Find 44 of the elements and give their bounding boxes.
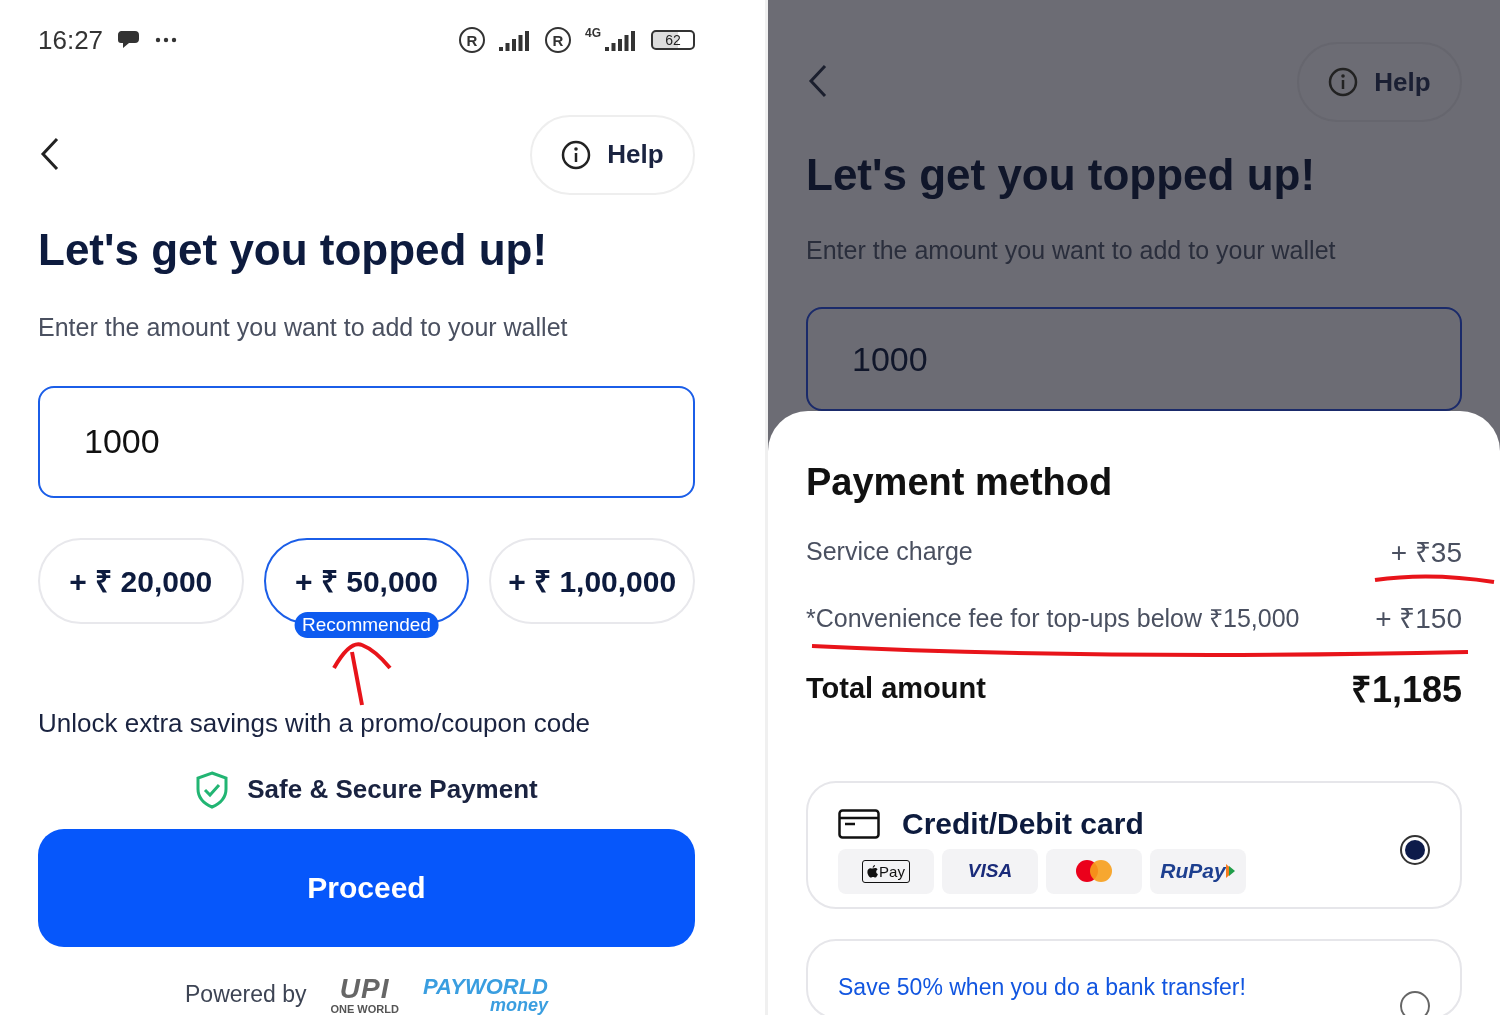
help-button[interactable]: Help (530, 114, 695, 195)
signal-icon (499, 29, 531, 52)
charge-value: + ₹35 (1390, 536, 1462, 570)
upi-logo: UPI ONE WORLD (330, 975, 399, 1015)
page-subtitle: Enter the amount you want to add to your wallet (38, 312, 569, 342)
charge-value: + ₹150 (1375, 602, 1462, 636)
rupay-logo: RuPay (1160, 859, 1236, 883)
recommended-badge: Recommended (294, 611, 439, 638)
signal-icon (605, 29, 637, 52)
payment-option[interactable]: Save 50% when you do a bank transfer! (806, 939, 1462, 1015)
sheet-title: Payment method (806, 461, 1114, 504)
secure-payment-label: Safe & Secure Payment (247, 774, 538, 806)
radio-button[interactable] (1400, 991, 1430, 1015)
roaming-indicator: R (459, 27, 485, 54)
clock-time: 16:27 (38, 24, 104, 56)
offer-title: Save 50% when you do a bank transfer! (838, 973, 1247, 1001)
page-title: Let's get you topped up! (38, 224, 549, 275)
radio-button[interactable] (1400, 835, 1430, 865)
amount-field[interactable]: 1000 (38, 385, 695, 498)
payment-option[interactable]: Credit/Debit card Pay VISA RuPay (806, 781, 1462, 909)
visa-logo: VISA (967, 860, 1013, 882)
more-icon (155, 37, 178, 44)
battery-indicator: 62 (651, 30, 695, 51)
page-subtitle: Enter the amount you want to add to your wallet (806, 236, 1337, 265)
info-icon (561, 139, 592, 170)
amount-chip[interactable]: + ₹ 20,000 (38, 537, 244, 624)
shield-check-icon (195, 770, 230, 809)
powered-by-label: Powered by (185, 981, 307, 1009)
charge-label: Service charge (806, 536, 973, 566)
total-value: ₹1,185 (1350, 668, 1462, 712)
proceed-button[interactable]: Proceed (38, 828, 695, 947)
roaming-indicator: R (545, 27, 571, 54)
apple-pay-logo: Pay (862, 859, 910, 883)
network-type: 4G (585, 26, 601, 40)
credit-card-icon (838, 808, 880, 839)
option-title: Credit/Debit card (902, 806, 1144, 841)
amount-chip[interactable]: + ₹ 1,00,000 (489, 537, 695, 624)
payworld-logo: PAYWORLD money (422, 977, 548, 1013)
info-icon (1328, 67, 1359, 97)
page-title: Let's get you topped up! (806, 150, 1317, 200)
total-label: Total amount (806, 672, 986, 705)
mastercard-logo (1075, 859, 1113, 883)
charge-label: *Convenience fee for top-ups below ₹15,000 (806, 603, 1300, 634)
promo-link[interactable]: Unlock extra savings with a promo/coupon code (38, 707, 695, 739)
